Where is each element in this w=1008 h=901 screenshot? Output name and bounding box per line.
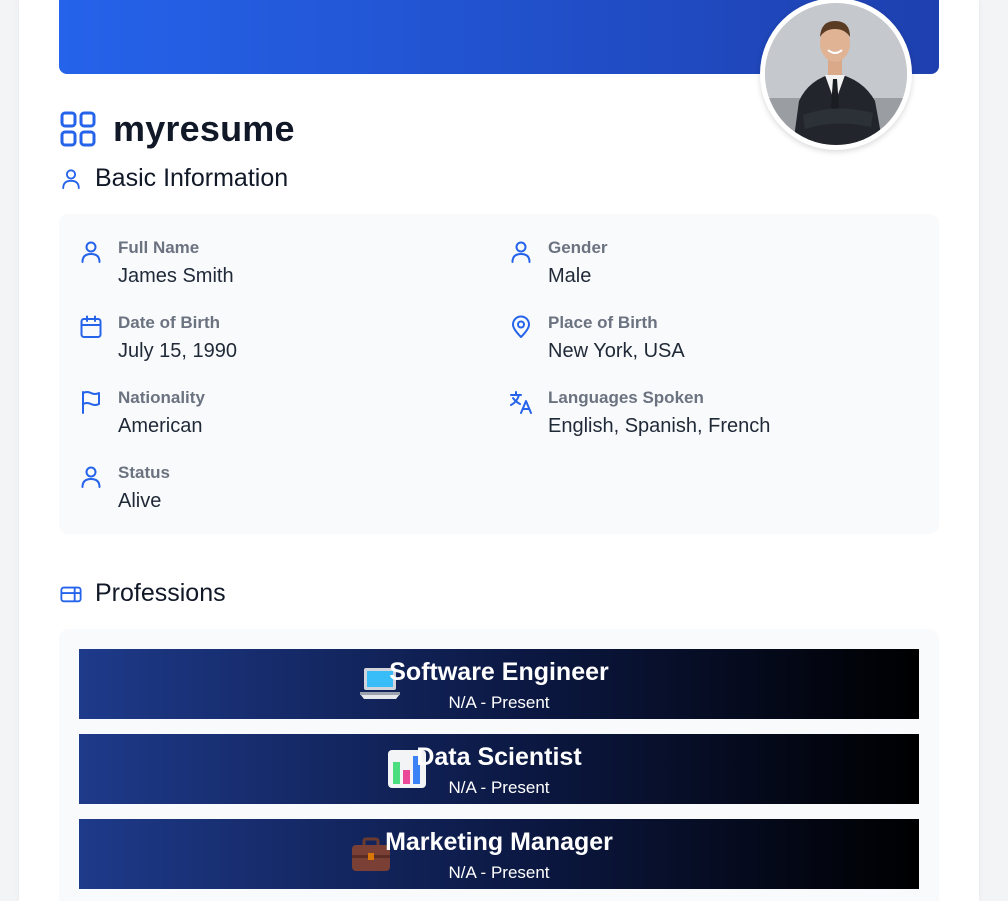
field-place-of-birth: Place of Birth New York, USA <box>509 313 889 369</box>
field-label: Full Name <box>118 238 200 257</box>
map-pin-icon <box>512 315 530 338</box>
field-value: New York, USA <box>548 340 685 362</box>
field-date-of-birth: Date of Birth July 15, 1990 <box>79 313 459 369</box>
field-label: Place of Birth <box>548 313 658 332</box>
profession-title: Software Engineer <box>389 658 609 686</box>
app-title-row: myresume <box>60 106 295 152</box>
flag-icon <box>82 391 100 414</box>
profile-avatar <box>760 0 912 150</box>
calendar-icon <box>80 315 102 338</box>
translate-icon <box>510 391 532 414</box>
basic-info-heading: Basic Information <box>60 164 288 193</box>
section-title: Basic Information <box>95 164 289 192</box>
field-value: James Smith <box>118 265 234 287</box>
field-nationality: Nationality American <box>79 388 459 444</box>
profession-period: N/A - Present <box>448 693 550 712</box>
basic-info-card: Full Name James Smith Gender Male Date o… <box>59 214 939 534</box>
profession-title: Data Scientist <box>416 743 582 771</box>
user-icon <box>511 241 531 263</box>
field-label: Status <box>118 463 170 482</box>
resume-page: myresume Basic Information Full Name Jam… <box>19 0 979 901</box>
page-title: myresume <box>113 108 295 149</box>
professions-heading: Professions <box>60 579 226 608</box>
briefcase-icon <box>60 586 82 602</box>
profession-item[interactable]: Software Engineer N/A - Present <box>79 649 919 719</box>
user-icon <box>81 466 101 488</box>
field-value: Alive <box>118 490 162 512</box>
profession-title: Marketing Manager <box>385 828 613 856</box>
profession-item[interactable]: Marketing Manager N/A - Present <box>79 819 919 889</box>
profession-period: N/A - Present <box>448 863 550 882</box>
field-label: Gender <box>548 238 608 257</box>
dashboard-grid-icon <box>60 111 96 147</box>
field-value: Male <box>548 265 592 287</box>
profile-photo <box>765 3 907 145</box>
user-icon <box>81 241 101 263</box>
field-label: Nationality <box>118 388 205 407</box>
field-value: English, Spanish, French <box>548 415 771 437</box>
profession-item[interactable]: Data Scientist N/A - Present <box>79 734 919 804</box>
field-value: July 15, 1990 <box>118 340 237 362</box>
user-icon <box>62 168 80 189</box>
field-label: Languages Spoken <box>548 388 704 407</box>
section-title: Professions <box>95 579 226 607</box>
field-gender: Gender Male <box>509 238 889 294</box>
profession-period: N/A - Present <box>448 778 550 797</box>
field-status: Status Alive <box>79 463 459 519</box>
field-full-name: Full Name James Smith <box>79 238 459 294</box>
field-label: Date of Birth <box>118 313 220 332</box>
field-value: American <box>118 415 203 437</box>
field-languages: Languages Spoken English, Spanish, Frenc… <box>509 388 889 444</box>
